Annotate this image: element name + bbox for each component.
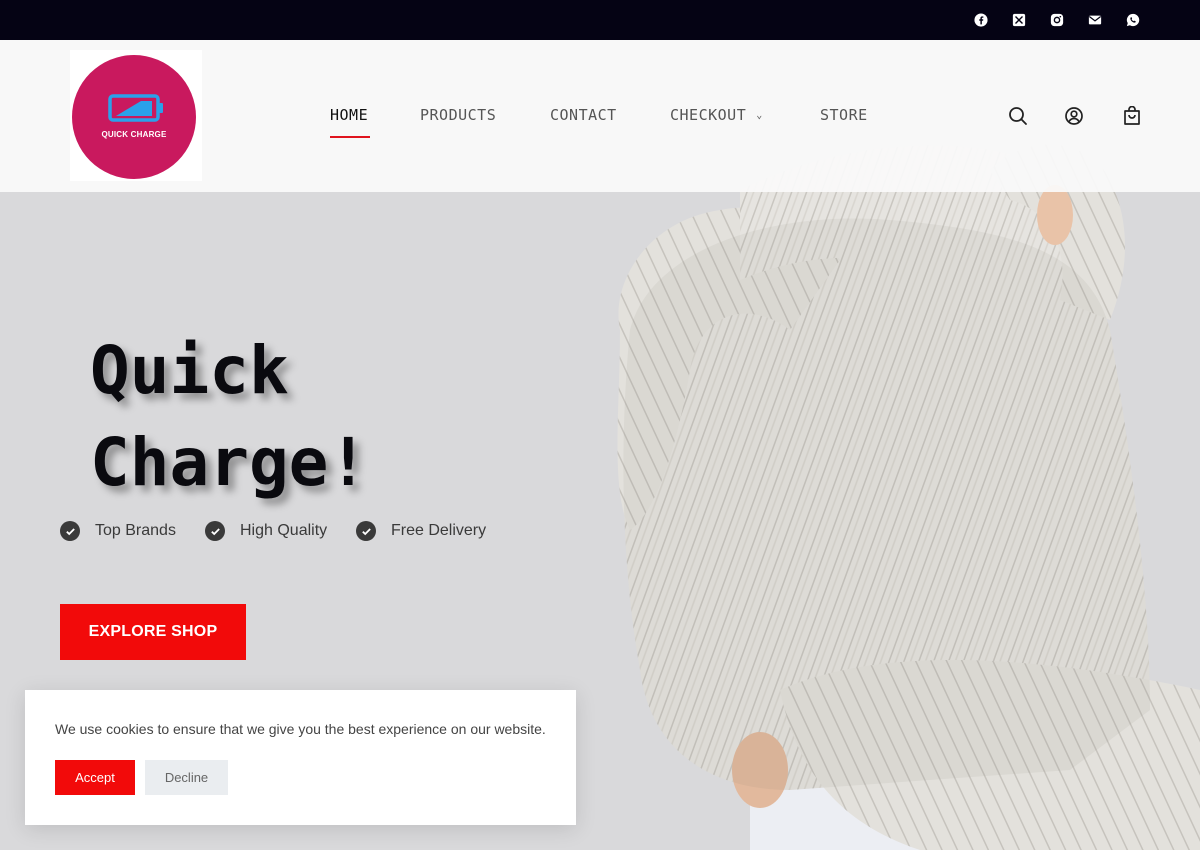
x-twitter-icon[interactable] xyxy=(1010,11,1028,29)
cookie-message: We use cookies to ensure that we give yo… xyxy=(55,721,546,737)
feature-item: Top Brands xyxy=(60,521,176,541)
site-logo[interactable]: QUICK CHARGE xyxy=(70,50,202,181)
nav-contact[interactable]: CONTACT xyxy=(550,106,617,124)
nav-checkout-label: CHECKOUT xyxy=(670,106,747,124)
cookie-banner: We use cookies to ensure that we give yo… xyxy=(25,690,576,825)
social-topbar xyxy=(0,0,1200,40)
nav-products[interactable]: PRODUCTS xyxy=(420,106,496,124)
feature-label: High Quality xyxy=(240,522,328,539)
battery-icon xyxy=(108,94,163,122)
hero-title-line2: Charge! xyxy=(90,424,369,501)
logo-text: QUICK CHARGE xyxy=(101,130,167,139)
hero-title-line1: Quick xyxy=(90,332,289,409)
nav-checkout[interactable]: CHECKOUT ⌄ xyxy=(670,106,763,124)
search-icon[interactable] xyxy=(1008,106,1028,126)
site-header: QUICK CHARGE HOME PRODUCTS CONTACT CHECK… xyxy=(0,40,1200,192)
feature-item: High Quality xyxy=(205,521,327,541)
check-circle-icon xyxy=(205,521,225,541)
feature-item: Free Delivery xyxy=(356,521,486,541)
logo-badge: QUICK CHARGE xyxy=(72,55,196,179)
nav-home[interactable]: HOME xyxy=(330,106,368,124)
explore-shop-button[interactable]: EXPLORE SHOP xyxy=(60,604,246,660)
feature-label: Free Delivery xyxy=(391,522,487,539)
cart-icon[interactable] xyxy=(1122,105,1142,126)
instagram-icon[interactable] xyxy=(1048,11,1066,29)
email-icon[interactable] xyxy=(1086,11,1104,29)
hero-title: Quick Charge! xyxy=(90,325,368,509)
feature-label: Top Brands xyxy=(95,522,176,539)
sweater-image xyxy=(617,144,1200,850)
whatsapp-icon[interactable] xyxy=(1124,11,1142,29)
check-circle-icon xyxy=(356,521,376,541)
account-icon[interactable] xyxy=(1064,106,1084,126)
facebook-icon[interactable] xyxy=(972,11,990,29)
nav-active-indicator xyxy=(330,136,370,138)
cookie-decline-button[interactable]: Decline xyxy=(145,760,228,795)
cookie-accept-button[interactable]: Accept xyxy=(55,760,135,795)
chevron-down-icon: ⌄ xyxy=(756,110,763,121)
check-circle-icon xyxy=(60,521,80,541)
nav-store[interactable]: STORE xyxy=(820,106,868,124)
